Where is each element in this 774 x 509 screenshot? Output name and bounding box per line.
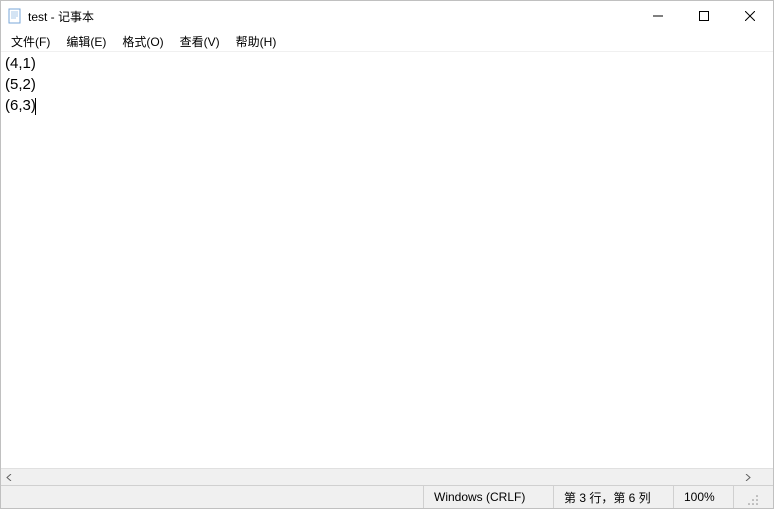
editor-content: (4,1) (5,2) (6,3): [5, 55, 36, 114]
close-button[interactable]: [727, 1, 773, 31]
menu-help[interactable]: 帮助(H): [228, 31, 285, 52]
editor-area[interactable]: (4,1) (5,2) (6,3): [1, 52, 773, 468]
menubar: 文件(F) 编辑(E) 格式(O) 查看(V) 帮助(H): [1, 31, 773, 52]
scroll-corner: [756, 469, 773, 486]
statusbar: Windows (CRLF) 第 3 行，第 6 列 100%: [1, 485, 773, 508]
scroll-track[interactable]: [18, 469, 739, 485]
window-controls: [635, 1, 773, 31]
resize-grip-icon[interactable]: [744, 486, 761, 508]
menu-file[interactable]: 文件(F): [3, 31, 58, 52]
titlebar: test - 记事本: [1, 1, 773, 31]
status-position: 第 3 行，第 6 列: [553, 486, 673, 508]
horizontal-scrollbar[interactable]: [1, 468, 773, 485]
maximize-button[interactable]: [681, 1, 727, 31]
scroll-left-arrow[interactable]: [1, 469, 18, 486]
menu-edit[interactable]: 编辑(E): [58, 31, 114, 52]
menu-view[interactable]: 查看(V): [172, 31, 228, 52]
window-title: test - 记事本: [28, 8, 635, 25]
app-icon: [7, 8, 23, 24]
minimize-button[interactable]: [635, 1, 681, 31]
status-extra: [733, 486, 773, 508]
status-zoom: 100%: [673, 486, 733, 508]
menu-format[interactable]: 格式(O): [114, 31, 171, 52]
scroll-right-arrow[interactable]: [739, 469, 756, 486]
status-encoding: Windows (CRLF): [423, 486, 553, 508]
text-cursor: [35, 98, 36, 115]
